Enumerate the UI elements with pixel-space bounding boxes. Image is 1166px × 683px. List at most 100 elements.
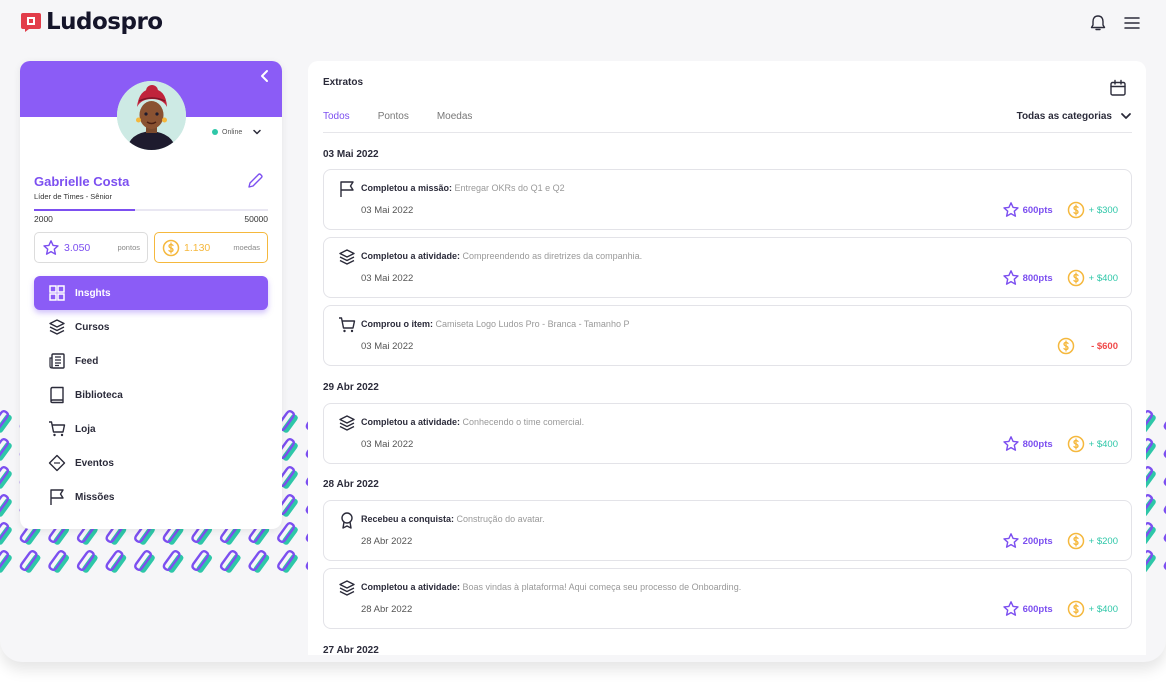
- pattern-pill: [48, 550, 71, 574]
- statement-entry[interactable]: Completou a atividade: Compreendendo as …: [323, 237, 1132, 298]
- statement-entry[interactable]: Completou a atividade: Boas vindas à pla…: [323, 568, 1132, 629]
- user-role: Líder de Times - Sênior: [34, 192, 112, 201]
- pattern-pill: [248, 550, 271, 574]
- newspaper-icon: [49, 353, 65, 369]
- entry-action: Completou a atividade:: [361, 417, 461, 427]
- star-icon: [1002, 601, 1019, 616]
- cart-icon: [339, 317, 356, 333]
- tabs-divider: [323, 132, 1132, 133]
- bell-icon[interactable]: [1088, 13, 1108, 33]
- entry-detail: Boas vindas à plataforma! Aqui começa se…: [462, 582, 742, 592]
- coin-icon: [1067, 269, 1084, 287]
- category-select[interactable]: Todas as categorias: [1017, 110, 1132, 122]
- avatar[interactable]: [117, 81, 186, 150]
- coins-box[interactable]: 1.130 moedas: [154, 232, 268, 263]
- entry-action: Completou a atividade:: [361, 251, 461, 261]
- entry-date: 03 Mai 2022: [361, 273, 414, 284]
- entry-description: Recebeu a conquista: Construção do avata…: [361, 514, 545, 524]
- sidebar-item-biblioteca[interactable]: Biblioteca: [34, 378, 268, 412]
- pattern-pill: [0, 494, 13, 518]
- entry-description: Completou a missão: Entregar OKRs do Q1 …: [361, 183, 565, 193]
- layers-icon: [339, 415, 355, 431]
- entry-points: 800pts: [1022, 272, 1053, 284]
- flag-icon: [340, 181, 354, 197]
- entry-description: Completou a atividade: Compreendendo as …: [361, 251, 642, 261]
- sidebar-item-eventos[interactable]: Eventos: [34, 446, 268, 480]
- star-icon: [1002, 202, 1019, 217]
- star-icon: [1002, 436, 1019, 451]
- book-icon: [50, 386, 64, 404]
- sidebar-item-cursos[interactable]: Cursos: [34, 310, 268, 344]
- pattern-pill: [133, 550, 157, 574]
- pattern-pill: [76, 550, 99, 574]
- ticket-icon: [48, 454, 66, 472]
- award-icon: [341, 512, 353, 529]
- user-name: Gabrielle Costa: [34, 174, 130, 189]
- logo[interactable]: Ludospro: [20, 9, 163, 35]
- star-icon: [1002, 533, 1019, 548]
- entry-rewards: 800pts + $400: [1002, 435, 1118, 453]
- sidebar-item-missoes[interactable]: Missões: [34, 480, 268, 514]
- entry-date: 28 Abr 2022: [361, 536, 413, 547]
- calendar-icon[interactable]: [1109, 79, 1127, 97]
- pattern-pill: [0, 466, 13, 490]
- layers-icon: [339, 580, 355, 596]
- app-window: Ludospro Online Gabrielle Costa Líder de…: [0, 0, 1166, 662]
- cart-icon: [49, 421, 66, 437]
- date-heading: 03 Mai 2022: [323, 149, 379, 160]
- statement-entry[interactable]: Comprou o item: Camiseta Logo Ludos Pro …: [323, 305, 1132, 366]
- entry-detail: Compreendendo as diretrizes da companhia…: [462, 251, 643, 261]
- tabs: Todos Pontos Moedas: [323, 111, 500, 122]
- chevron-left-icon[interactable]: [258, 69, 272, 83]
- sidebar-item-insights[interactable]: Insghts: [34, 276, 268, 310]
- sidebar-item-label: Loja: [75, 423, 96, 435]
- points-label: pontos: [117, 243, 140, 252]
- entry-rewards: 600pts + $300: [1002, 201, 1118, 219]
- status-dot: [212, 129, 218, 135]
- entry-description: Completou a atividade: Conhecendo o time…: [361, 417, 584, 427]
- entry-detail: Conhecendo o time comercial.: [462, 417, 585, 427]
- menu-icon[interactable]: [1122, 13, 1142, 33]
- entry-points: 200pts: [1022, 535, 1053, 547]
- entry-detail: Camiseta Logo Ludos Pro - Branca - Taman…: [435, 319, 630, 329]
- statement-entry[interactable]: Completou a atividade: Conhecendo o time…: [323, 403, 1132, 464]
- entry-coins: + $300: [1088, 204, 1118, 216]
- entry-date: 28 Abr 2022: [361, 604, 413, 615]
- points-box[interactable]: 3.050 pontos: [34, 232, 148, 263]
- statement-entry[interactable]: Recebeu a conquista: Construção do avata…: [323, 500, 1132, 561]
- tab-todos[interactable]: Todos: [323, 111, 350, 122]
- entry-rewards: 200pts + $200: [1002, 532, 1118, 550]
- star-icon: [1002, 270, 1019, 285]
- coin-icon: [1057, 337, 1075, 355]
- sidebar-item-loja[interactable]: Loja: [34, 412, 268, 446]
- sidebar-item-feed[interactable]: Feed: [34, 344, 268, 378]
- pattern-pill: [162, 550, 185, 574]
- layers-icon: [49, 319, 65, 335]
- pattern-pill: [0, 438, 13, 462]
- level-max: 50000: [244, 214, 268, 224]
- entry-rewards: - $600: [1057, 337, 1118, 355]
- status-selector[interactable]: Online: [212, 127, 262, 137]
- tab-pontos[interactable]: Pontos: [378, 111, 409, 122]
- sidebar-nav: Insghts Cursos Feed Biblioteca Loja Even…: [34, 276, 268, 514]
- date-heading: 28 Abr 2022: [323, 479, 379, 490]
- pattern-pill: [0, 550, 13, 574]
- coin-icon: [1067, 600, 1084, 618]
- sidebar-item-label: Biblioteca: [75, 389, 123, 401]
- tab-moedas[interactable]: Moedas: [437, 111, 473, 122]
- coin-icon: [162, 239, 180, 256]
- entry-rewards: 600pts + $400: [1002, 600, 1118, 618]
- sidebar-item-label: Cursos: [75, 321, 110, 333]
- entry-action: Completou a missão:: [361, 183, 453, 193]
- entry-action: Comprou o item:: [361, 319, 433, 329]
- entry-coins: + $400: [1088, 438, 1118, 450]
- entry-points: 600pts: [1022, 204, 1053, 216]
- pencil-icon[interactable]: [246, 172, 264, 190]
- level-progress: [34, 209, 268, 211]
- entry-date: 03 Mai 2022: [361, 205, 414, 216]
- profile-sidebar: Online Gabrielle Costa Líder de Times - …: [20, 61, 282, 529]
- statement-entry[interactable]: Completou a missão: Entregar OKRs do Q1 …: [323, 169, 1132, 230]
- entry-coins: - $600: [1091, 340, 1118, 352]
- level-progress-fill: [34, 209, 135, 211]
- flag-icon: [50, 489, 64, 505]
